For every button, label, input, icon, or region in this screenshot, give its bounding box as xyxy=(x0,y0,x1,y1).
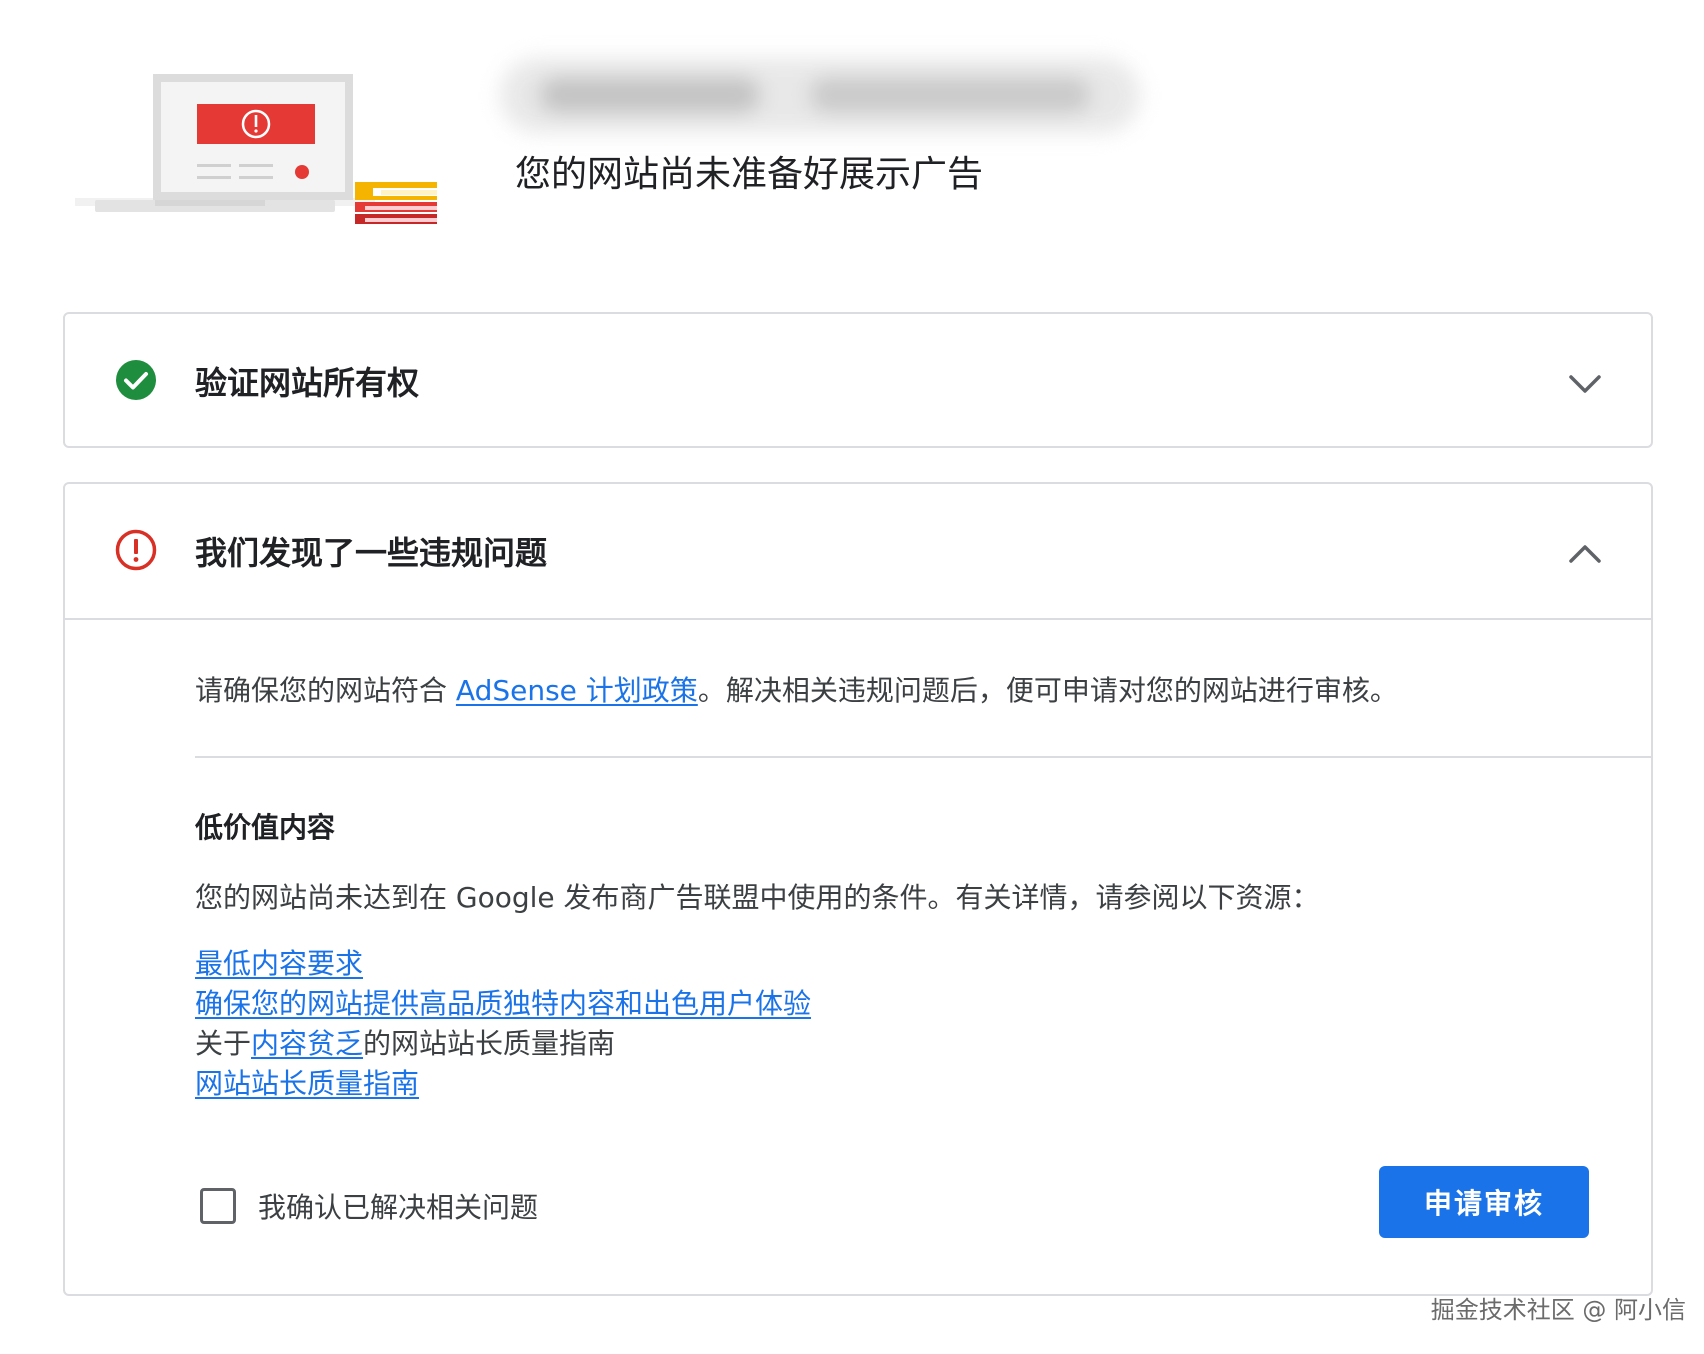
page: 您的网站尚未准备好展示广告 验证网站所有权 我们发现了一些违规问题 请确保您的网… xyxy=(0,0,1704,1354)
policy-intro: 请确保您的网站符合 AdSense 计划政策。解决相关违规问题后，便可申请对您的… xyxy=(195,669,1575,709)
acknowledge-label[interactable]: 我确认已解决相关问题 xyxy=(258,1186,538,1226)
resource-links: 最低内容要求 确保您的网站提供高品质独特内容和出色用户体验 关于内容贫乏的网站站… xyxy=(195,944,811,1104)
verify-ownership-panel: 验证网站所有权 xyxy=(63,312,1653,448)
resource-prefix: 关于 xyxy=(195,1027,252,1060)
page-title: 您的网站尚未准备好展示广告 xyxy=(515,154,984,195)
blurred-site-name xyxy=(500,58,1140,133)
resource-suffix: 的网站站长质量指南 xyxy=(363,1027,616,1060)
resource-item: 关于内容贫乏的网站站长质量指南 xyxy=(195,1024,811,1064)
thin-content-link[interactable]: 内容贫乏 xyxy=(251,1027,363,1060)
webmaster-guidelines-link[interactable]: 网站站长质量指南 xyxy=(195,1067,419,1100)
divider xyxy=(195,756,1651,758)
acknowledge-row: 我确认已解决相关问题 xyxy=(200,1186,538,1226)
watermark: 掘金技术社区 @ 阿小信 xyxy=(1430,1296,1686,1324)
low-value-content-title: 低价值内容 xyxy=(195,811,336,844)
policy-violations-panel: 我们发现了一些违规问题 请确保您的网站符合 AdSense 计划政策。解决相关违… xyxy=(63,482,1653,1296)
resource-item: 最低内容要求 xyxy=(195,944,811,984)
check-circle-icon xyxy=(116,360,156,400)
verify-ownership-title: 验证网站所有权 xyxy=(195,364,420,402)
policy-violations-title: 我们发现了一些违规问题 xyxy=(195,534,548,572)
policy-violations-header[interactable]: 我们发现了一些违规问题 xyxy=(65,484,1651,620)
high-quality-content-link[interactable]: 确保您的网站提供高品质独特内容和出色用户体验 xyxy=(195,987,811,1020)
blurred-segment xyxy=(540,78,760,112)
error-circle-icon xyxy=(115,529,157,571)
adsense-policy-link[interactable]: AdSense 计划政策 xyxy=(456,674,698,707)
acknowledge-checkbox[interactable] xyxy=(200,1188,236,1224)
low-value-content-description: 您的网站尚未达到在 Google 发布商广告联盟中使用的条件。有关详情，请参阅以… xyxy=(195,881,1320,914)
chevron-down-icon[interactable] xyxy=(1567,366,1603,402)
blurred-segment xyxy=(810,78,1090,112)
minimum-content-requirements-link[interactable]: 最低内容要求 xyxy=(195,947,363,980)
verify-ownership-header[interactable]: 验证网站所有权 xyxy=(65,314,1651,450)
policy-intro-text: 。解决相关违规问题后，便可申请对您的网站进行审核。 xyxy=(697,674,1398,707)
site-not-ready-illustration xyxy=(75,74,437,224)
policy-intro-text: 请确保您的网站符合 xyxy=(195,674,456,707)
resource-item: 确保您的网站提供高品质独特内容和出色用户体验 xyxy=(195,984,811,1024)
chevron-up-icon[interactable] xyxy=(1567,536,1603,572)
request-review-button[interactable]: 申请审核 xyxy=(1379,1166,1589,1238)
resource-item: 网站站长质量指南 xyxy=(195,1064,811,1104)
